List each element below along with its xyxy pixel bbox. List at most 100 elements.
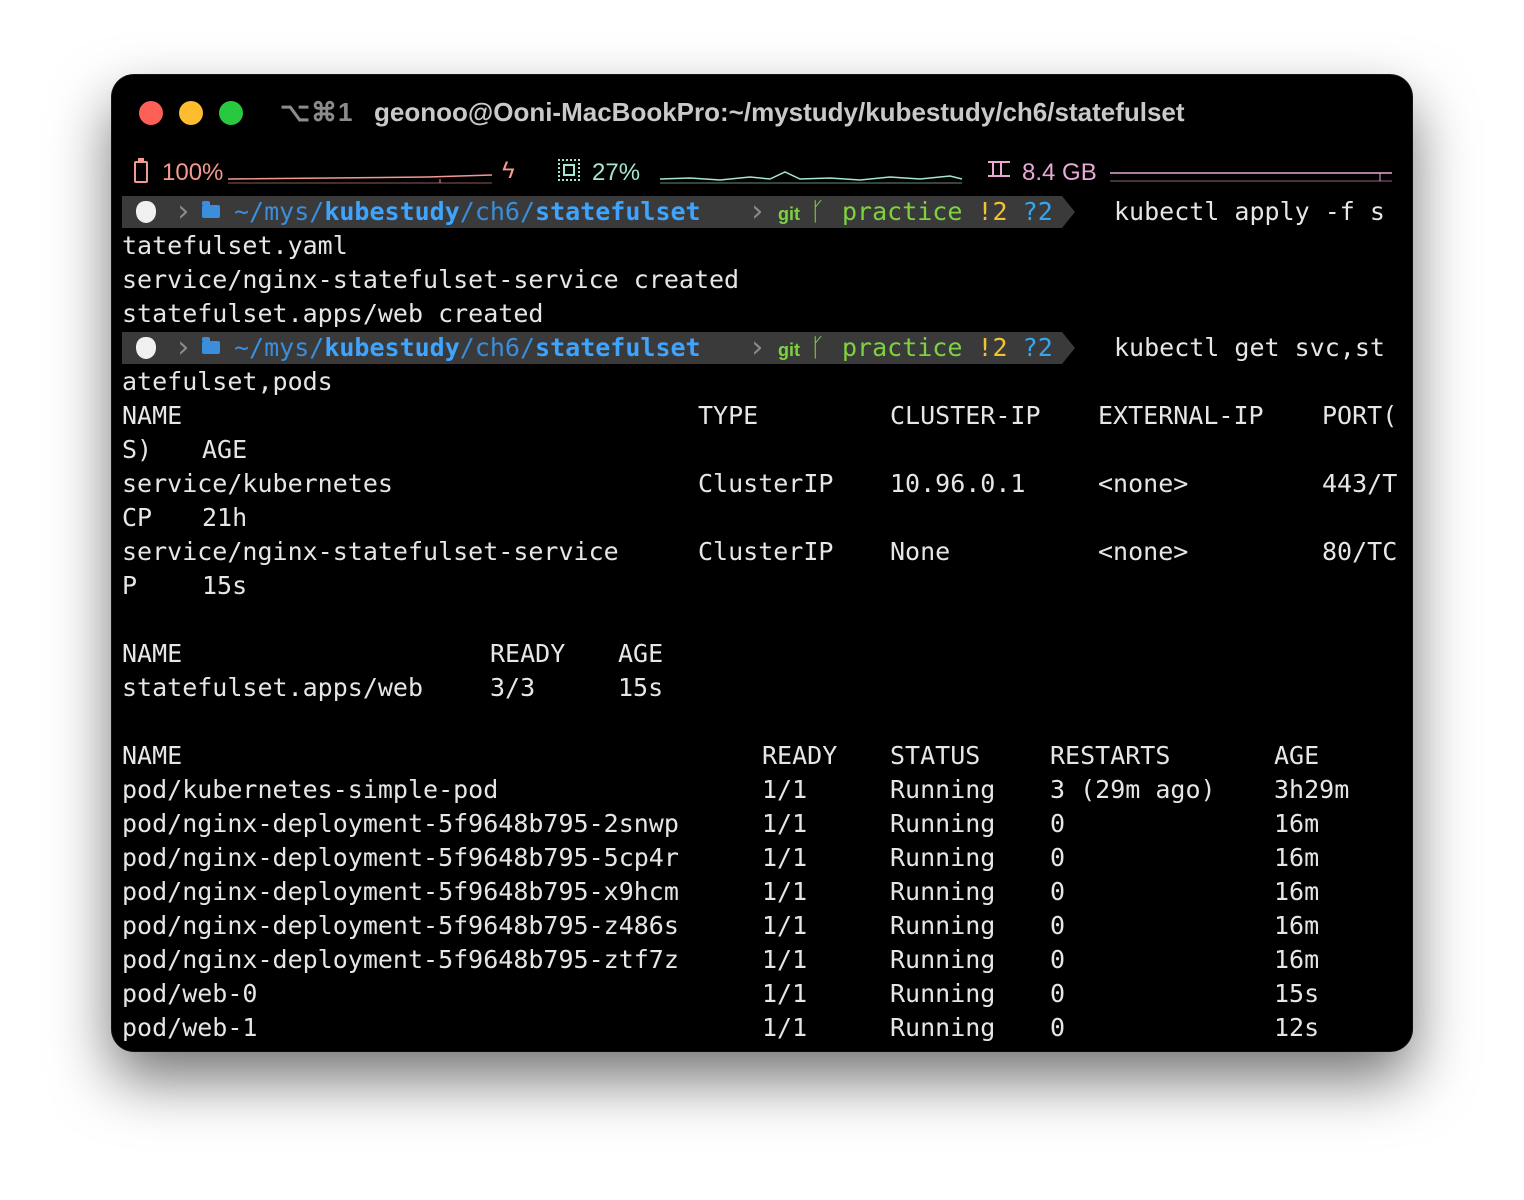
title-bar: ⌥⌘1 geonoo@Ooni-MacBookPro:~/mystudy/kub… bbox=[112, 75, 1412, 153]
sts-table-header: NAME READY AGE bbox=[122, 637, 1407, 671]
table-row: pod/nginx-deployment-5f9648b795-5cp4r 1/1… bbox=[122, 841, 1407, 875]
pod-age: 16m bbox=[1274, 945, 1320, 974]
path-mid: /ch6/ bbox=[459, 197, 536, 226]
pod-ready: 1/1 bbox=[762, 809, 808, 838]
table-row: pod/nginx-deployment-5f9648b795-x9hcm 1/1… bbox=[122, 875, 1407, 909]
pods-table-body: pod/kubernetes-simple-pod 1/1 Running 3 (29… bbox=[122, 773, 1407, 1045]
col-header-ready: READY bbox=[490, 639, 566, 668]
close-button[interactable] bbox=[139, 101, 163, 125]
pod-name: pod/web-0 bbox=[122, 979, 258, 1008]
pod-status: Running bbox=[890, 945, 996, 974]
pod-ready: 1/1 bbox=[762, 775, 808, 804]
pod-ready: 1/1 bbox=[762, 877, 808, 906]
path-prefix: ~/mys/ bbox=[234, 333, 325, 362]
charging-bolt-icon: ϟ bbox=[502, 157, 515, 184]
git-icon: git bbox=[778, 340, 800, 360]
svc-port-wrap: P bbox=[122, 571, 138, 600]
table-row: pod/nginx-deployment-5f9648b795-z486s 1/1… bbox=[122, 909, 1407, 943]
table-row: service/kubernetes ClusterIP 10.96.0.1 <… bbox=[122, 467, 1407, 501]
command-text: kubectl apply -f s bbox=[1114, 197, 1385, 226]
git-icon: git bbox=[778, 204, 800, 224]
pod-restarts: 0 bbox=[1050, 979, 1066, 1008]
col-header-type: TYPE bbox=[698, 401, 759, 430]
svc-port: 80/TC bbox=[1322, 537, 1398, 566]
pod-age: 16m bbox=[1274, 809, 1320, 838]
pod-ready: 1/1 bbox=[762, 945, 808, 974]
col-header-cluster-ip: CLUSTER-IP bbox=[890, 401, 1041, 430]
svc-type: ClusterIP bbox=[698, 537, 834, 566]
svc-type: ClusterIP bbox=[698, 469, 834, 498]
terminal-output[interactable]: › ~/mys/kubestudy/ch6/statefulset › git … bbox=[122, 195, 1407, 1045]
col-header-name: NAME bbox=[122, 639, 183, 668]
pod-age: 16m bbox=[1274, 877, 1320, 906]
memory-usage: 8.4 GB bbox=[1022, 159, 1097, 186]
chevron-right-icon: › bbox=[174, 330, 193, 365]
pod-ready: 1/1 bbox=[762, 979, 808, 1008]
pod-status: Running bbox=[890, 1013, 996, 1042]
pod-restarts: 0 bbox=[1050, 877, 1066, 906]
svc-port: 443/T bbox=[1322, 469, 1398, 498]
pod-age: 3h29m bbox=[1274, 775, 1350, 804]
zoom-button[interactable] bbox=[219, 101, 243, 125]
col-header-age: AGE bbox=[1274, 741, 1320, 770]
svc-age: 15s bbox=[202, 571, 248, 600]
table-row-wrap: CP 21h bbox=[122, 501, 1407, 535]
svc-cluster-ip: None bbox=[890, 537, 951, 566]
table-row: pod/nginx-deployment-5f9648b795-ztf7z 1/1… bbox=[122, 943, 1407, 977]
folder-icon bbox=[202, 337, 220, 354]
svc-age: 21h bbox=[202, 503, 248, 532]
window-shortcut: ⌥⌘1 bbox=[280, 97, 354, 127]
path-repo: kubestudy bbox=[324, 333, 460, 362]
git-modified-count: !2 bbox=[977, 333, 1008, 362]
battery-icon bbox=[134, 158, 148, 183]
table-row: pod/kubernetes-simple-pod 1/1 Running 3 (29… bbox=[122, 773, 1407, 807]
svc-port-wrap: CP bbox=[122, 503, 153, 532]
pod-name: pod/nginx-deployment-5f9648b795-ztf7z bbox=[122, 945, 679, 974]
path-leaf: statefulset bbox=[535, 197, 701, 226]
branch-icon: ᚴ bbox=[810, 333, 826, 362]
pod-name: pod/kubernetes-simple-pod bbox=[122, 775, 499, 804]
battery-level: 100% bbox=[162, 159, 224, 186]
cpu-usage: 27% bbox=[592, 159, 641, 186]
pod-age: 16m bbox=[1274, 911, 1320, 940]
pod-name: pod/nginx-deployment-5f9648b795-5cp4r bbox=[122, 843, 679, 872]
branch-icon: ᚴ bbox=[810, 197, 826, 226]
col-header-age: AGE bbox=[618, 639, 664, 668]
path-mid: /ch6/ bbox=[459, 333, 536, 362]
folder-icon bbox=[202, 201, 220, 218]
pod-restarts: 0 bbox=[1050, 945, 1066, 974]
pod-status: Running bbox=[890, 911, 996, 940]
pod-ready: 1/1 bbox=[762, 911, 808, 940]
path-leaf: statefulset bbox=[535, 333, 701, 362]
pod-restarts: 0 bbox=[1050, 911, 1066, 940]
pod-restarts: 0 bbox=[1050, 843, 1066, 872]
pods-table-header: NAME READY STATUS RESTARTS AGE bbox=[122, 739, 1407, 773]
table-row-wrap: P 15s bbox=[122, 569, 1407, 603]
git-untracked-count: ?2 bbox=[1022, 197, 1053, 226]
output-line: service/nginx-statefulset-service create… bbox=[122, 265, 740, 294]
output-line: statefulset.apps/web created bbox=[122, 299, 544, 328]
table-row: service/nginx-statefulset-service Cluste… bbox=[122, 535, 1407, 569]
col-header-age: AGE bbox=[202, 435, 248, 464]
pod-name: pod/nginx-deployment-5f9648b795-2snwp bbox=[122, 809, 679, 838]
sts-name: statefulset.apps/web bbox=[122, 673, 424, 702]
col-header-ready: READY bbox=[762, 741, 838, 770]
minimize-button[interactable] bbox=[179, 101, 203, 125]
svc-table-header: NAME TYPE CLUSTER-IP EXTERNAL-IP PORT( bbox=[122, 399, 1407, 433]
path-repo: kubestudy bbox=[324, 197, 460, 226]
pod-ready: 1/1 bbox=[762, 1013, 808, 1042]
pod-status: Running bbox=[890, 775, 996, 804]
cpu-icon bbox=[558, 159, 580, 181]
svc-table-header-wrap: S) AGE bbox=[122, 433, 1407, 467]
table-row: pod/nginx-deployment-5f9648b795-2snwp 1/1… bbox=[122, 807, 1407, 841]
chevron-right-icon: › bbox=[748, 194, 767, 229]
pod-status: Running bbox=[890, 843, 996, 872]
pod-name: pod/nginx-deployment-5f9648b795-x9hcm bbox=[122, 877, 679, 906]
chevron-right-icon: › bbox=[174, 194, 193, 229]
pod-name: pod/nginx-deployment-5f9648b795-z486s bbox=[122, 911, 679, 940]
git-branch: practice bbox=[842, 197, 963, 226]
battery-sparkline bbox=[228, 174, 493, 184]
memory-icon bbox=[988, 161, 1010, 177]
svc-external-ip: <none> bbox=[1098, 469, 1189, 498]
